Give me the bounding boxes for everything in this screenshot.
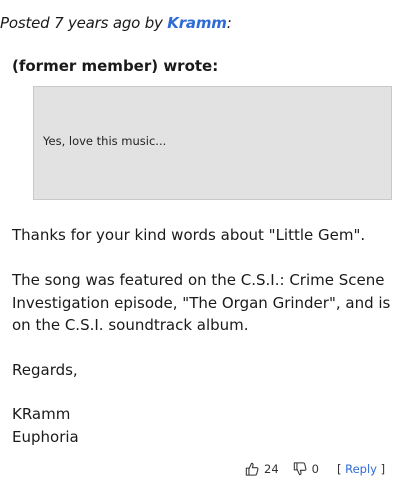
signature: KRamm Euphoria [12, 403, 79, 448]
dislike-button[interactable]: 0 [293, 462, 319, 476]
top-divider [16, 0, 392, 1]
post-age: 7 years ago [54, 14, 141, 32]
thumbs-down-icon [293, 462, 307, 476]
by-label: by [144, 14, 163, 32]
quote-header: (former member) wrote: [12, 57, 219, 75]
author-link[interactable]: Kramm [167, 14, 227, 32]
reply-paragraph-1: Thanks for your kind words about "Little… [12, 226, 366, 244]
signature-name: KRamm [12, 405, 71, 423]
like-button[interactable]: 24 [245, 462, 279, 476]
signature-band: Euphoria [12, 427, 79, 446]
reply-link[interactable]: Reply [345, 462, 377, 476]
reply-paragraph-2: The song was featured on the C.S.I.: Cri… [12, 271, 391, 334]
post-footer: 24 0 [ Reply ] [245, 462, 385, 476]
posted-prefix: Posted [0, 14, 50, 32]
reply-paragraph-3: Regards, [12, 361, 78, 379]
quote-box: Yes, love this music... [33, 86, 392, 200]
reply-bracket-open: [ [336, 462, 342, 476]
meta-colon: : [226, 14, 232, 32]
reply-bracket-close: ] [380, 462, 386, 476]
post-meta: Posted 7 years ago by Kramm: [0, 14, 232, 32]
thumbs-up-icon [245, 462, 259, 476]
dislike-count: 0 [311, 462, 319, 476]
reply-wrapper: [ Reply ] [337, 462, 385, 476]
like-count: 24 [264, 462, 279, 476]
quote-text: Yes, love this music... [43, 134, 167, 148]
